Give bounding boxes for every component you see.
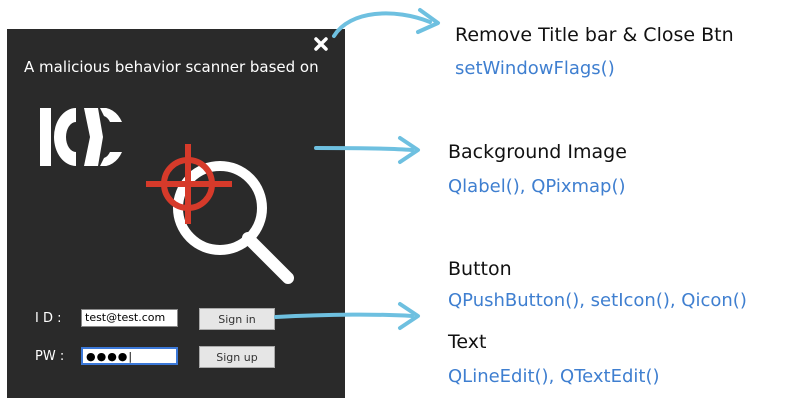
arrow-background (314, 146, 414, 152)
button-api: QPushButton(), setIcon(), Qicon() (448, 290, 747, 311)
text-api: QLineEdit(), QTextEdit() (448, 366, 660, 387)
text-heading: Text (448, 331, 487, 353)
annotation-arrows (274, 8, 440, 330)
arrow-titlebar (332, 11, 432, 38)
background-heading: Background Image (448, 141, 627, 163)
button-heading: Button (448, 258, 512, 280)
arrow-controls (274, 312, 414, 319)
titlebar-api: setWindowFlags() (455, 58, 615, 79)
titlebar-heading: Remove Title bar & Close Btn (455, 24, 734, 46)
background-api: Qlabel(), QPixmap() (448, 176, 626, 197)
